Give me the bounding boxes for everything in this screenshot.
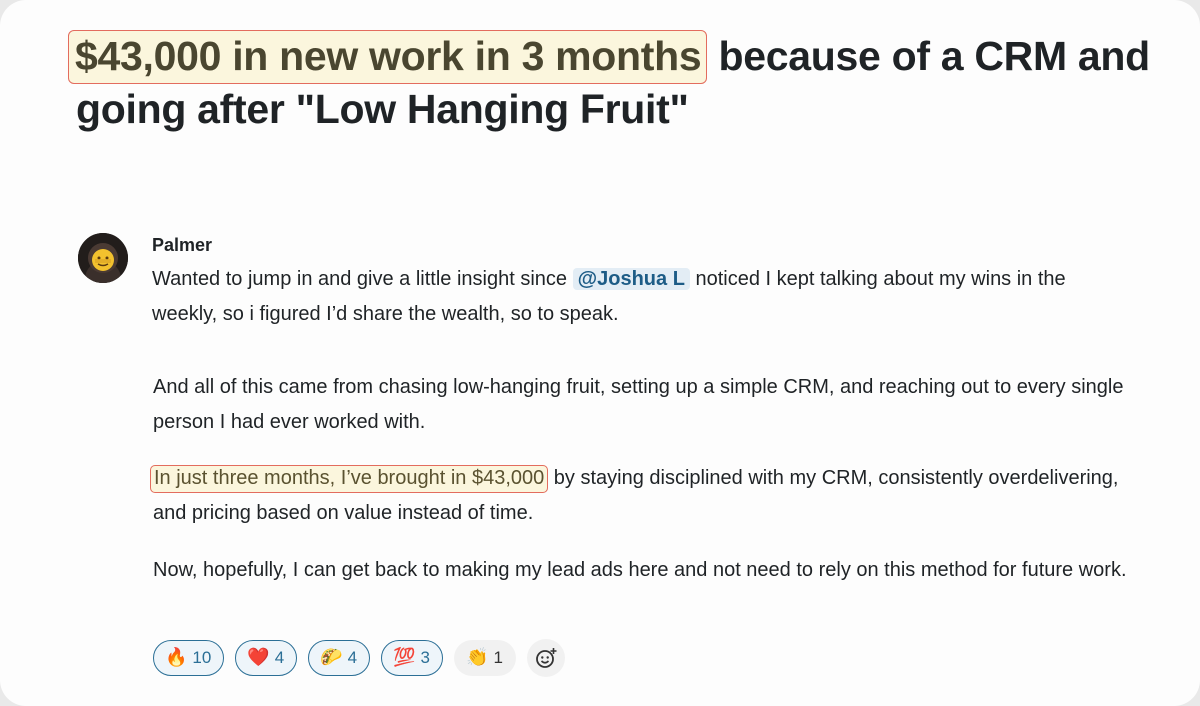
avatar[interactable]	[78, 233, 128, 283]
headline-highlight: $43,000 in new work in 3 months	[68, 30, 708, 84]
reaction-count: 1	[493, 648, 503, 667]
message-paragraph-3: In just three months, I’ve brought in $4…	[150, 461, 1133, 531]
reaction-count: 4	[274, 648, 285, 667]
post-card: $43,000 in new work in 3 months because …	[0, 0, 1200, 706]
reactions-bar: 🔥 10 ❤️ 4 🌮 4 💯 3 👏 1	[153, 639, 565, 677]
fire-icon: 🔥	[165, 647, 188, 668]
reaction-clap[interactable]: 👏 1	[454, 640, 516, 676]
user-mention[interactable]: @Joshua L	[572, 268, 690, 290]
message-paragraph-4: Now, hopefully, I can get back to making…	[153, 559, 1127, 581]
heart-icon: ❤️	[247, 647, 270, 668]
reaction-count: 10	[192, 648, 212, 667]
reaction-count: 4	[347, 648, 358, 667]
taco-icon: 🌮	[320, 647, 343, 668]
reaction-taco[interactable]: 🌮 4	[308, 640, 371, 676]
add-emoji-icon	[536, 648, 557, 668]
post-headline: $43,000 in new work in 3 months because …	[68, 30, 1156, 136]
paragraph-highlight: In just three months, I’ve brought in $4…	[150, 465, 549, 493]
reaction-hundred[interactable]: 💯 3	[381, 640, 444, 676]
avatar-image	[78, 233, 128, 283]
message-paragraph-1: Wanted to jump in and give a little insi…	[152, 262, 1132, 332]
clapping-hands-icon: 👏	[466, 647, 489, 668]
p1-text-before: Wanted to jump in and give a little insi…	[152, 268, 573, 290]
reaction-heart[interactable]: ❤️ 4	[235, 640, 298, 676]
message-paragraph-2: And all of this came from chasing low-ha…	[153, 376, 1124, 433]
reaction-count: 3	[420, 648, 431, 667]
author-name[interactable]: Palmer	[152, 235, 212, 256]
add-reaction-button[interactable]	[526, 639, 565, 677]
hundred-points-icon: 💯	[393, 647, 416, 668]
reaction-fire[interactable]: 🔥 10	[153, 640, 225, 676]
